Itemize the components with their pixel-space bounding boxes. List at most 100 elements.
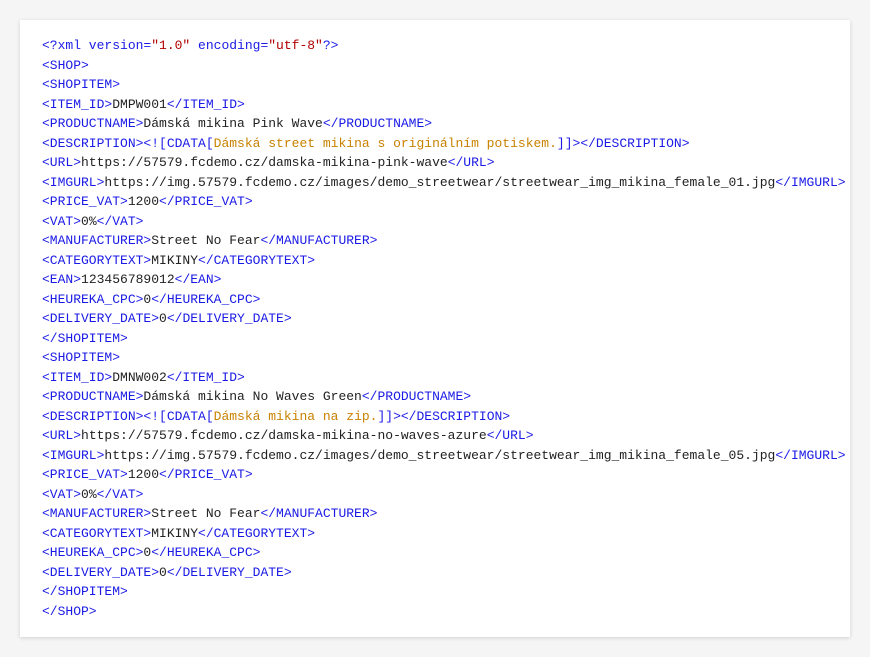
heureka-cpc-open: <HEUREKA_CPC> bbox=[42, 292, 143, 307]
productname-close: </PRODUCTNAME> bbox=[362, 389, 471, 404]
url-open: <URL> bbox=[42, 155, 81, 170]
heureka-cpc-close: </HEUREKA_CPC> bbox=[151, 292, 260, 307]
item-id-open: <ITEM_ID> bbox=[42, 370, 112, 385]
item-id-line: <ITEM_ID>DMPW001</ITEM_ID> bbox=[42, 95, 828, 115]
delivery-date-close: </DELIVERY_DATE> bbox=[167, 565, 292, 580]
productname-open: <PRODUCTNAME> bbox=[42, 116, 143, 131]
url-line: <URL>https://57579.fcdemo.cz/damska-miki… bbox=[42, 153, 828, 173]
cdata-close: ]]> bbox=[557, 136, 580, 151]
price-vat-open: <PRICE_VAT> bbox=[42, 467, 128, 482]
shopitem-close-tag: </SHOPITEM> bbox=[42, 331, 128, 346]
productname-open: <PRODUCTNAME> bbox=[42, 389, 143, 404]
url-line: <URL>https://57579.fcdemo.cz/damska-miki… bbox=[42, 426, 828, 446]
vat-close: </VAT> bbox=[97, 487, 144, 502]
shopitem-open-tag: <SHOPITEM> bbox=[42, 350, 120, 365]
vat-line: <VAT>0%</VAT> bbox=[42, 485, 828, 505]
vat-line: <VAT>0%</VAT> bbox=[42, 212, 828, 232]
shopitem-open: <SHOPITEM> bbox=[42, 348, 828, 368]
vat-close: </VAT> bbox=[97, 214, 144, 229]
shop-open: <SHOP> bbox=[42, 56, 828, 76]
xml-decl-close: ?> bbox=[323, 38, 339, 53]
url-open: <URL> bbox=[42, 428, 81, 443]
manufacturer-open: <MANUFACTURER> bbox=[42, 233, 151, 248]
price-vat-value: 1200 bbox=[128, 194, 159, 209]
xml-declaration: <?xml version="1.0" encoding="utf-8"?> bbox=[42, 36, 828, 56]
imgurl-close: </IMGURL> bbox=[775, 448, 845, 463]
description-cdata: Dámská mikina na zip. bbox=[214, 409, 378, 424]
vat-value: 0% bbox=[81, 487, 97, 502]
ean-open: <EAN> bbox=[42, 272, 81, 287]
url-value: https://57579.fcdemo.cz/damska-mikina-no… bbox=[81, 428, 487, 443]
shop-close-tag: </SHOP> bbox=[42, 604, 97, 619]
item-id-open: <ITEM_ID> bbox=[42, 97, 112, 112]
item-id-line: <ITEM_ID>DMNW002</ITEM_ID> bbox=[42, 368, 828, 388]
categorytext-value: MIKINY bbox=[151, 526, 198, 541]
categorytext-line: <CATEGORYTEXT>MIKINY</CATEGORYTEXT> bbox=[42, 524, 828, 544]
delivery-date-line: <DELIVERY_DATE>0</DELIVERY_DATE> bbox=[42, 309, 828, 329]
description-open: <DESCRIPTION> bbox=[42, 409, 143, 424]
description-cdata: Dámská street mikina s originálním potis… bbox=[214, 136, 557, 151]
price-vat-close: </PRICE_VAT> bbox=[159, 194, 253, 209]
delivery-date-close: </DELIVERY_DATE> bbox=[167, 311, 292, 326]
productname-close: </PRODUCTNAME> bbox=[323, 116, 432, 131]
shopitem-open-tag: <SHOPITEM> bbox=[42, 77, 120, 92]
manufacturer-value: Street No Fear bbox=[151, 506, 260, 521]
imgurl-close: </IMGURL> bbox=[775, 175, 845, 190]
item-id-value: DMPW001 bbox=[112, 97, 167, 112]
ean-line: <EAN>123456789012</EAN> bbox=[42, 270, 828, 290]
productname-value: Dámská mikina No Waves Green bbox=[143, 389, 361, 404]
heureka-cpc-close: </HEUREKA_CPC> bbox=[151, 545, 260, 560]
imgurl-line: <IMGURL>https://img.57579.fcdemo.cz/imag… bbox=[42, 173, 828, 193]
delivery-date-value: 0 bbox=[159, 565, 167, 580]
delivery-date-line: <DELIVERY_DATE>0</DELIVERY_DATE> bbox=[42, 563, 828, 583]
imgurl-value: https://img.57579.fcdemo.cz/images/demo_… bbox=[104, 448, 775, 463]
imgurl-value: https://img.57579.fcdemo.cz/images/demo_… bbox=[104, 175, 775, 190]
productname-line: <PRODUCTNAME>Dámská mikina Pink Wave</PR… bbox=[42, 114, 828, 134]
xml-code-panel: <?xml version="1.0" encoding="utf-8"?> <… bbox=[20, 20, 850, 637]
price-vat-value: 1200 bbox=[128, 467, 159, 482]
url-close: </URL> bbox=[487, 428, 534, 443]
cdata-open: <![CDATA[ bbox=[143, 409, 213, 424]
shop-open-tag: <SHOP> bbox=[42, 58, 89, 73]
xml-decl-enc-label: encoding= bbox=[190, 38, 268, 53]
categorytext-open: <CATEGORYTEXT> bbox=[42, 526, 151, 541]
ean-close: </EAN> bbox=[175, 272, 222, 287]
categorytext-line: <CATEGORYTEXT>MIKINY</CATEGORYTEXT> bbox=[42, 251, 828, 271]
description-open: <DESCRIPTION> bbox=[42, 136, 143, 151]
vat-open: <VAT> bbox=[42, 214, 81, 229]
price-vat-open: <PRICE_VAT> bbox=[42, 194, 128, 209]
manufacturer-close: </MANUFACTURER> bbox=[260, 233, 377, 248]
shopitem-close: </SHOPITEM> bbox=[42, 329, 828, 349]
manufacturer-line: <MANUFACTURER>Street No Fear</MANUFACTUR… bbox=[42, 504, 828, 524]
url-close: </URL> bbox=[448, 155, 495, 170]
item-id-close: </ITEM_ID> bbox=[167, 370, 245, 385]
description-close: </DESCRIPTION> bbox=[401, 409, 510, 424]
item-id-close: </ITEM_ID> bbox=[167, 97, 245, 112]
delivery-date-value: 0 bbox=[159, 311, 167, 326]
categorytext-close: </CATEGORYTEXT> bbox=[198, 526, 315, 541]
description-line: <DESCRIPTION><![CDATA[Dámská mikina na z… bbox=[42, 407, 828, 427]
shopitem-open: <SHOPITEM> bbox=[42, 75, 828, 95]
price-vat-line: <PRICE_VAT>1200</PRICE_VAT> bbox=[42, 465, 828, 485]
ean-value: 123456789012 bbox=[81, 272, 175, 287]
url-value: https://57579.fcdemo.cz/damska-mikina-pi… bbox=[81, 155, 448, 170]
vat-open: <VAT> bbox=[42, 487, 81, 502]
productname-value: Dámská mikina Pink Wave bbox=[143, 116, 322, 131]
xml-decl-version: "1.0" bbox=[151, 38, 190, 53]
categorytext-close: </CATEGORYTEXT> bbox=[198, 253, 315, 268]
delivery-date-open: <DELIVERY_DATE> bbox=[42, 565, 159, 580]
manufacturer-value: Street No Fear bbox=[151, 233, 260, 248]
price-vat-close: </PRICE_VAT> bbox=[159, 467, 253, 482]
productname-line: <PRODUCTNAME>Dámská mikina No Waves Gree… bbox=[42, 387, 828, 407]
xml-decl-open: <?xml version= bbox=[42, 38, 151, 53]
delivery-date-open: <DELIVERY_DATE> bbox=[42, 311, 159, 326]
manufacturer-close: </MANUFACTURER> bbox=[260, 506, 377, 521]
categorytext-value: MIKINY bbox=[151, 253, 198, 268]
imgurl-open: <IMGURL> bbox=[42, 175, 104, 190]
description-close: </DESCRIPTION> bbox=[580, 136, 689, 151]
item-id-value: DMNW002 bbox=[112, 370, 167, 385]
manufacturer-line: <MANUFACTURER>Street No Fear</MANUFACTUR… bbox=[42, 231, 828, 251]
heureka-cpc-open: <HEUREKA_CPC> bbox=[42, 545, 143, 560]
cdata-close: ]]> bbox=[377, 409, 400, 424]
categorytext-open: <CATEGORYTEXT> bbox=[42, 253, 151, 268]
